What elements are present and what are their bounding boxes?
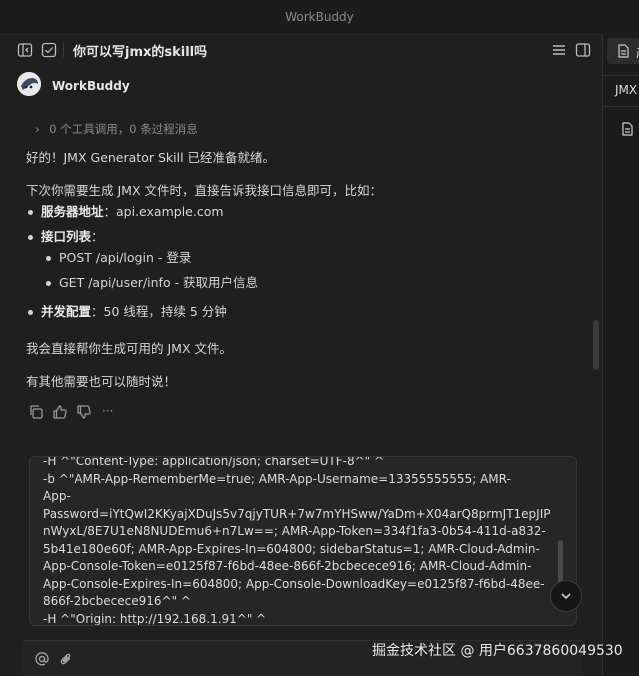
tool-summary-toggle[interactable]: › 0 个工具调用，0 条过程消息: [35, 121, 198, 137]
bullet-dot: [46, 281, 51, 286]
attachment-icon[interactable]: [59, 652, 73, 666]
menu-icon[interactable]: [551, 42, 567, 58]
code-line: App-: [43, 489, 71, 503]
split-panel-icon[interactable]: [575, 42, 591, 58]
window-title: WorkBuddy: [285, 10, 354, 24]
code-line: Password=iYtQwI2KKyajXDuJs5v7qjyTUR+7w7m…: [43, 506, 551, 521]
title-bar: WorkBuddy: [0, 0, 639, 35]
document-icon[interactable]: [621, 122, 634, 136]
server-label: 服务器地址: [41, 204, 104, 219]
chat-title: 你可以写jmx的skill吗: [73, 45, 208, 60]
more-icon[interactable]: ···: [102, 404, 113, 420]
bullet-dot: [28, 210, 33, 215]
api-text: POST /api/login - 登录: [59, 250, 192, 265]
code-line: -H ^"Content-Type: application/json; cha…: [43, 456, 385, 468]
list-item-api: POST /api/login - 登录: [46, 247, 191, 266]
right-panel-tab[interactable]: 产: [607, 38, 639, 64]
agent-logo-icon: [17, 72, 41, 96]
chevron-down-icon: [561, 593, 571, 600]
message-intro: 好的！JMX Generator Skill 已经准备就绪。: [26, 150, 276, 165]
code-line: -b ^"AMR-App-RememberMe=true; AMR-App-Us…: [43, 471, 511, 486]
chat-header: 你可以写jmx的skill吗: [0, 34, 601, 66]
code-line: 5b41e180e60f; AMR-App-Expires-In=604800;…: [43, 541, 540, 556]
bullet-dot: [28, 310, 33, 315]
list-item-concurrency: 并发配置：50 线程，持续 5 分钟: [28, 301, 227, 320]
scroll-to-bottom-button[interactable]: [550, 580, 582, 612]
code-line: 866f-2bcbecece916^" ^: [43, 594, 191, 608]
chat-scrollbar[interactable]: [593, 320, 599, 370]
bullet-dot: [46, 256, 51, 261]
list-item-api: GET /api/user/info - 获取用户信息: [46, 272, 258, 291]
code-line: -H ^"Origin: http://192.168.1.91^" ^: [43, 611, 267, 626]
api-list-label: 接口列表: [41, 229, 92, 244]
copy-icon[interactable]: [28, 404, 44, 420]
thumbs-up-icon[interactable]: [52, 404, 68, 420]
right-panel-file-row[interactable]: JMX: [603, 75, 639, 107]
watermark: 掘金技术社区 @ 用户6637860049530: [372, 643, 623, 659]
thumbs-down-icon[interactable]: [76, 404, 92, 420]
api-list-colon: ：: [91, 229, 104, 244]
file-icon: [618, 44, 629, 58]
chevron-right-icon: ›: [35, 122, 40, 136]
api-text: GET /api/user/info - 获取用户信息: [59, 275, 259, 290]
concurrency-label: 并发配置: [41, 304, 92, 319]
list-item-api-list: 接口列表：: [28, 226, 104, 245]
concurrency-value: ：50 线程，持续 5 分钟: [91, 304, 227, 319]
code-block: -H ^"Content-Type: application/json; cha…: [29, 456, 577, 626]
right-panel: 产 JMX: [602, 34, 639, 675]
right-panel-file-label: JMX: [615, 83, 638, 97]
list-item-server: 服务器地址：api.example.com: [28, 201, 224, 220]
tool-summary-text: 0 个工具调用，0 条过程消息: [49, 122, 198, 136]
agent-name: WorkBuddy: [52, 79, 130, 93]
task-check-icon[interactable]: [41, 42, 57, 58]
sidebar-toggle-icon[interactable]: [17, 42, 33, 58]
code-line: nWyxL/8E7U1eN8NUDEmu6+n7Lw==; AMR-App-To…: [43, 524, 546, 538]
code-lines: -H ^"Content-Type: application/json; cha…: [43, 456, 563, 626]
code-line: App-Console-Token=e0125f87-f6bd-48ee-866…: [43, 559, 532, 573]
message-next-time: 下次你需要生成 JMX 文件时，直接告诉我接口信息即可，比如：: [26, 183, 382, 198]
code-line: App-Console-Expires-In=604800; App-Conso…: [43, 576, 545, 591]
mention-icon[interactable]: [35, 652, 49, 666]
server-value: ：api.example.com: [103, 204, 224, 219]
bullet-dot: [28, 235, 33, 240]
message-direct-help: 我会直接帮你生成可用的 JMX 文件。: [26, 341, 232, 356]
message-actions: ···: [28, 404, 113, 420]
message-anytime: 有其他需要也可以随时说！: [26, 374, 177, 389]
header-divider: [63, 43, 64, 57]
agent-avatar: [17, 72, 41, 96]
